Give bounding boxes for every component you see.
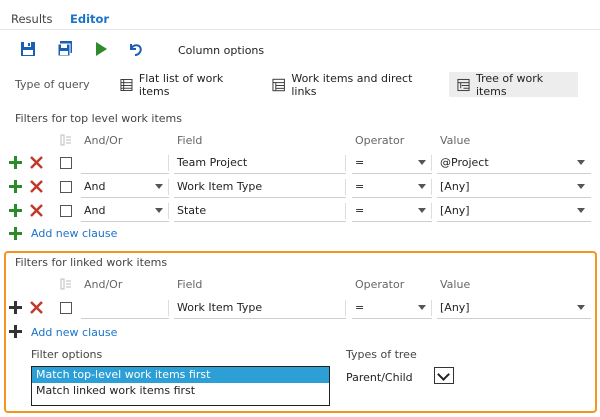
undo-icon[interactable] <box>126 40 144 58</box>
tree-option[interactable]: Tree of work items <box>449 71 578 98</box>
andor-select[interactable]: And <box>81 200 169 222</box>
flat-list-icon <box>120 78 133 91</box>
field-value: Work Item Type <box>177 301 263 314</box>
value-select[interactable]: [Any] <box>437 176 591 198</box>
delete-clause-icon[interactable] <box>30 156 43 169</box>
caret-down-icon <box>577 160 585 165</box>
add-new-clause-link[interactable]: Add new clause <box>31 326 117 339</box>
filter-options-label: Filter options <box>31 348 103 361</box>
operator-select[interactable]: = <box>352 176 432 198</box>
insert-clause-icon[interactable] <box>9 204 22 217</box>
caret-down-icon <box>155 184 163 189</box>
add-clause-icon[interactable] <box>9 325 22 338</box>
andor-select[interactable] <box>81 297 169 319</box>
andor-header: And/Or <box>84 278 123 291</box>
direct-links-icon <box>272 78 285 91</box>
andor-value: And <box>84 204 106 217</box>
flat-list-option[interactable]: Flat list of work items <box>112 71 256 98</box>
value-value: @Project <box>440 156 489 169</box>
filter-option-linked[interactable]: Match linked work items first <box>32 383 329 399</box>
value-header: Value <box>440 278 471 291</box>
value-value: [Any] <box>440 180 470 193</box>
field-value: Team Project <box>177 156 248 169</box>
value-select[interactable]: [Any] <box>437 297 591 319</box>
group-clauses-icon <box>60 278 71 290</box>
caret-down-icon <box>577 305 585 310</box>
clause-checkbox[interactable] <box>60 302 72 314</box>
operator-value: = <box>355 180 365 193</box>
field-select[interactable]: Team Project <box>174 152 346 174</box>
operator-header: Operator <box>355 278 405 291</box>
value-select[interactable]: @Project <box>437 152 591 174</box>
operator-value: = <box>355 204 365 217</box>
clause-checkbox[interactable] <box>60 157 72 169</box>
value-header: Value <box>440 134 471 147</box>
top-filters-title: Filters for top level work items <box>15 112 182 125</box>
caret-down-icon <box>418 208 426 213</box>
tab-editor[interactable]: Editor <box>70 12 109 26</box>
value-value: [Any] <box>440 204 470 217</box>
tree-icon <box>457 78 470 91</box>
tree-label: Tree of work items <box>476 71 544 98</box>
field-value: Work Item Type <box>177 180 263 193</box>
add-new-clause-link[interactable]: Add new clause <box>31 227 117 240</box>
operator-select[interactable]: = <box>352 152 432 174</box>
insert-clause-icon[interactable] <box>9 180 22 193</box>
andor-select[interactable]: And <box>81 176 169 198</box>
chevron-down-icon <box>437 368 450 381</box>
filter-options-listbox[interactable]: Match top-level work items first Match l… <box>31 366 330 406</box>
save-icon[interactable] <box>19 40 37 58</box>
field-select[interactable]: Work Item Type <box>174 297 346 319</box>
tree-types-label: Types of tree <box>346 348 417 361</box>
query-type-label: Type of query <box>15 78 90 91</box>
flat-list-label: Flat list of work items <box>138 71 224 98</box>
caret-down-icon <box>418 184 426 189</box>
insert-clause-icon[interactable] <box>9 301 22 314</box>
andor-header: And/Or <box>84 134 123 147</box>
tree-type-dropdown[interactable] <box>434 367 454 384</box>
andor-select[interactable] <box>81 152 169 174</box>
caret-down-icon <box>155 208 163 213</box>
delete-clause-icon[interactable] <box>30 301 43 314</box>
save-all-icon[interactable] <box>56 40 74 58</box>
operator-select[interactable]: = <box>352 297 432 319</box>
operator-value: = <box>355 156 365 169</box>
caret-down-icon <box>418 160 426 165</box>
filter-option-top-level[interactable]: Match top-level work items first <box>32 367 329 383</box>
operator-select[interactable]: = <box>352 200 432 222</box>
tree-type-value: Parent/Child <box>346 371 413 384</box>
delete-clause-icon[interactable] <box>30 180 43 193</box>
column-options-button[interactable]: Column options <box>178 44 264 57</box>
add-clause-icon[interactable] <box>9 227 22 240</box>
field-header: Field <box>177 134 203 147</box>
clause-checkbox[interactable] <box>60 205 72 217</box>
andor-value: And <box>84 180 106 193</box>
direct-links-label: Work items and direct links <box>291 71 413 98</box>
field-value: State <box>177 204 207 217</box>
tab-divider <box>0 29 600 30</box>
operator-header: Operator <box>355 134 405 147</box>
value-value: [Any] <box>440 301 470 314</box>
caret-down-icon <box>577 208 585 213</box>
tab-results[interactable]: Results <box>11 12 53 26</box>
caret-down-icon <box>418 305 426 310</box>
value-select[interactable]: [Any] <box>437 200 591 222</box>
linked-filters-title: Filters for linked work items <box>15 256 168 269</box>
insert-clause-icon[interactable] <box>9 156 22 169</box>
field-select[interactable]: Work Item Type <box>174 176 346 198</box>
delete-clause-icon[interactable] <box>30 204 43 217</box>
operator-value: = <box>355 301 365 314</box>
caret-down-icon <box>577 184 585 189</box>
field-header: Field <box>177 278 203 291</box>
run-icon[interactable] <box>92 40 110 58</box>
clause-checkbox[interactable] <box>60 181 72 193</box>
group-clauses-icon <box>60 134 71 146</box>
direct-links-option[interactable]: Work items and direct links <box>264 71 442 98</box>
field-select[interactable]: State <box>174 200 346 222</box>
